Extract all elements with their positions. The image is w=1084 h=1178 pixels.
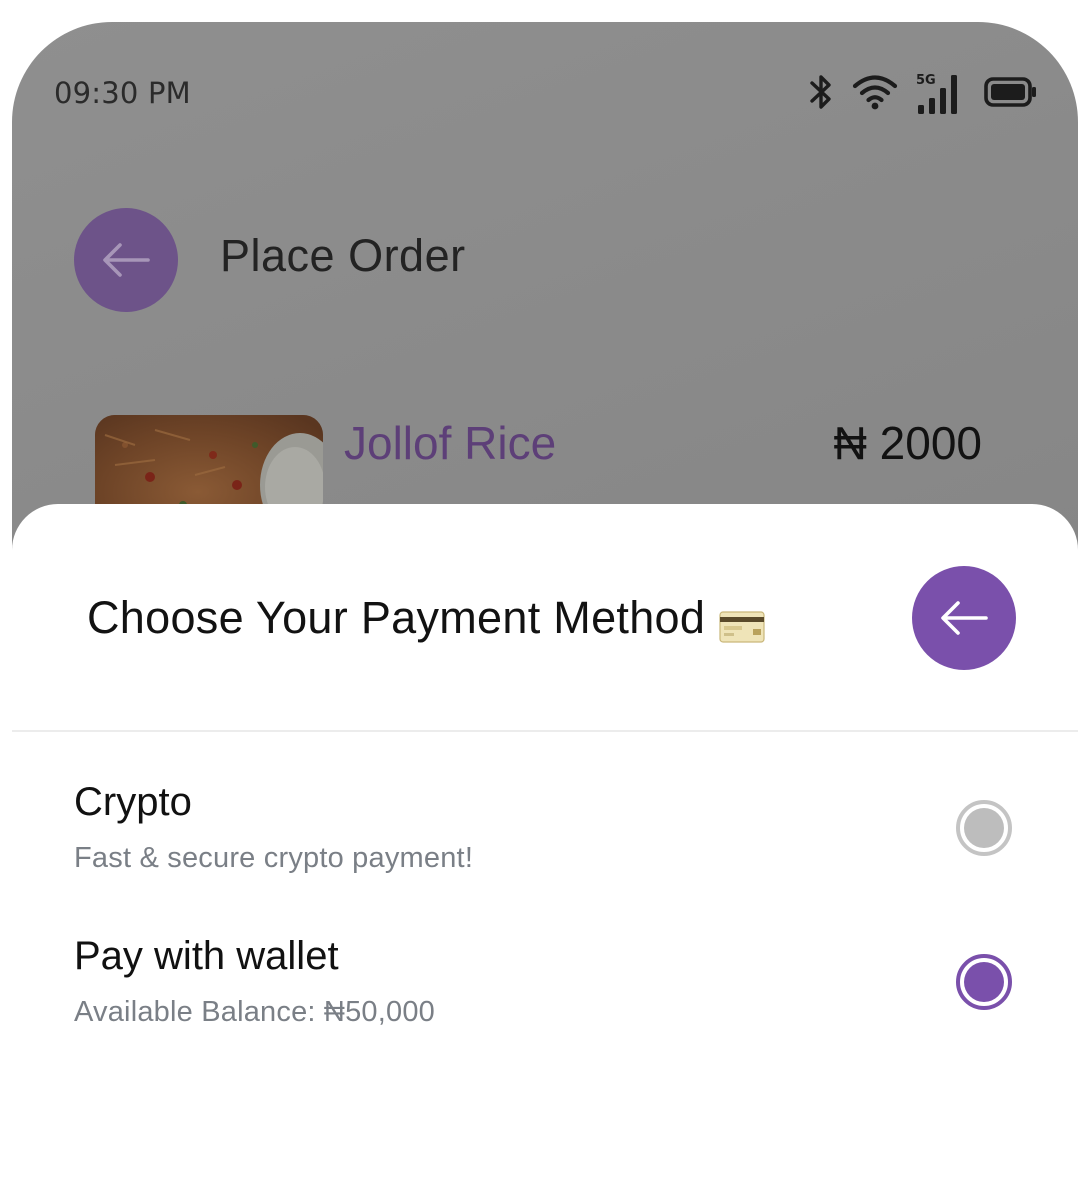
place-order-page: 09:30 PM 5G Place Order Jollof Rice ₦ 20… [12,22,1078,1178]
phone-frame: 09:30 PM 5G Place Order Jollof Rice ₦ 20… [12,22,1078,1178]
option-label: Crypto [74,780,192,824]
payment-option-crypto[interactable]: Crypto Fast & secure crypto payment! [12,780,1078,910]
divider [12,730,1078,732]
payment-method-sheet: Choose Your Payment Method Crypto Fast &… [12,504,1078,1178]
arrow-left-icon [103,243,150,277]
sheet-title-text: Choose Your Payment Method [87,592,706,643]
food-name: Jollof Rice [344,417,557,469]
arrow-left-icon [941,601,988,635]
battery-icon [984,76,1038,112]
cellular-signal-icon: 5G [916,73,966,115]
bluetooth-icon [808,72,834,116]
credit-card-icon [719,602,765,643]
option-label: Pay with wallet [74,934,339,978]
option-description: Available Balance: ₦50,000 [74,996,435,1028]
page-title: Place Order [220,230,466,281]
food-price: ₦ 2000 [833,417,982,469]
status-icons: 5G [808,72,1038,116]
radio-wallet[interactable] [956,954,1012,1010]
back-button[interactable] [74,208,178,312]
option-description: Fast & secure crypto payment! [74,842,474,874]
sheet-title: Choose Your Payment Method [87,592,765,644]
wifi-icon [852,73,898,115]
payment-option-wallet[interactable]: Pay with wallet Available Balance: ₦50,0… [12,934,1078,1064]
status-time: 09:30 PM [54,76,191,110]
sheet-back-button[interactable] [912,566,1016,670]
radio-crypto[interactable] [956,800,1012,856]
